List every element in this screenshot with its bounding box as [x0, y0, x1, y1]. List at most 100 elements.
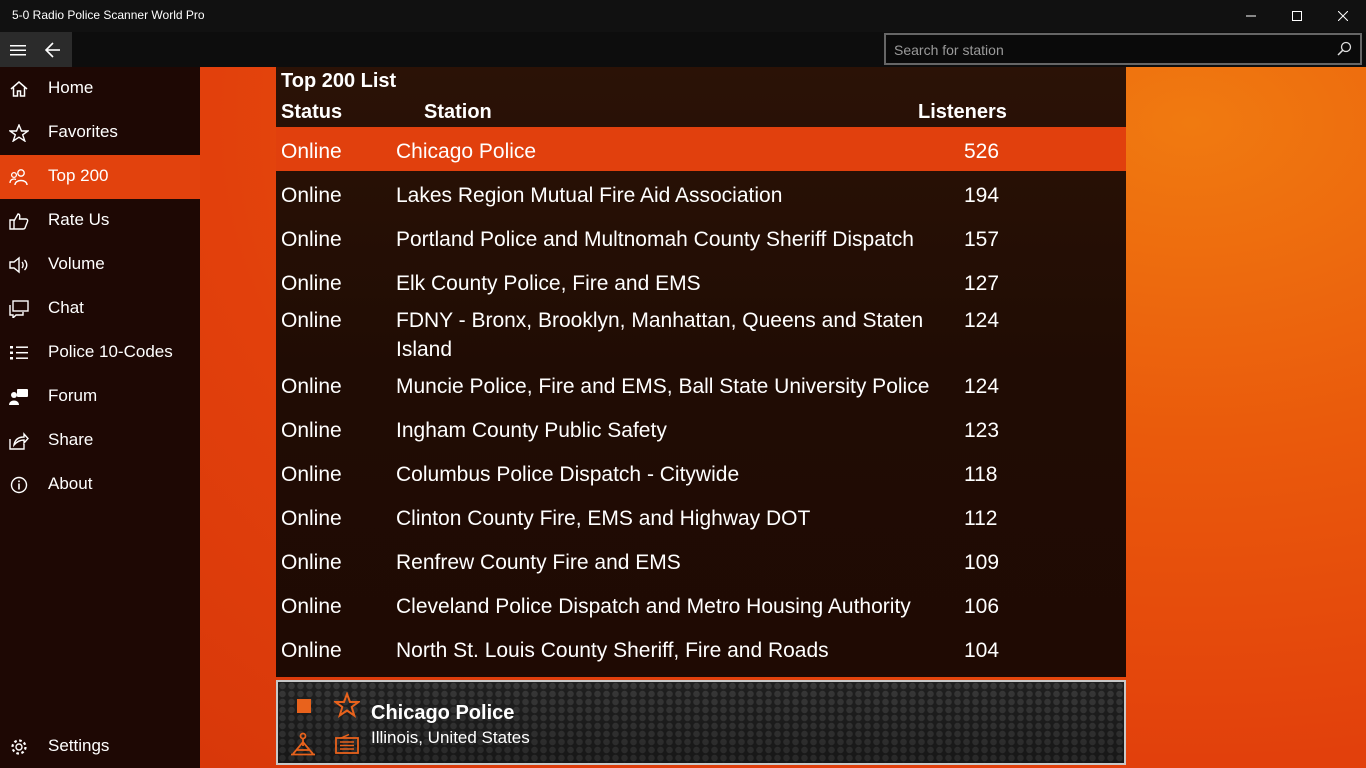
sidebar-item-volume[interactable]: Volume	[0, 243, 200, 287]
station-row[interactable]: Online Chicago Police 526	[276, 127, 1126, 171]
station-row[interactable]: Online Columbus Police Dispatch - Citywi…	[276, 450, 1126, 494]
search-icon[interactable]	[1336, 41, 1352, 57]
top-200-list: Top 200 List Status Station Listeners On…	[276, 67, 1126, 677]
station-row[interactable]: Online Elk County Police, Fire and EMS 1…	[276, 259, 1126, 296]
row-station: Muncie Police, Fire and EMS, Ball State …	[396, 375, 930, 398]
sidebar-item-chat[interactable]: Chat	[0, 287, 200, 331]
antenna-icon	[291, 732, 315, 756]
sidebar-item-label: Forum	[48, 386, 98, 405]
minimize-icon	[1246, 15, 1256, 17]
chat-icon	[9, 299, 29, 319]
row-status: Online	[281, 419, 342, 442]
back-button[interactable]	[38, 34, 68, 65]
row-status: Online	[281, 184, 342, 207]
maximize-icon	[1292, 11, 1302, 21]
row-status: Online	[281, 140, 342, 163]
row-listeners: 104	[964, 639, 1000, 662]
row-listeners: 194	[964, 184, 1000, 207]
title-bar: 5-0 Radio Police Scanner World Pro	[0, 0, 1366, 32]
sidebar-item-label: Home	[48, 78, 94, 97]
thumbs-up-icon	[9, 211, 29, 231]
column-header-listeners[interactable]: Listeners	[918, 101, 1007, 124]
sidebar-item-favorites[interactable]: Favorites	[0, 111, 200, 155]
row-status: Online	[281, 309, 342, 332]
home-icon	[9, 79, 29, 99]
command-bar	[0, 32, 1366, 67]
sidebar-item-rate-us[interactable]: Rate Us	[0, 199, 200, 243]
row-status: Online	[281, 595, 342, 618]
now-playing-station: Chicago Police	[371, 702, 515, 724]
sidebar-item-share[interactable]: Share	[0, 419, 200, 463]
row-listeners: 106	[964, 595, 1000, 618]
sidebar-item-label: Favorites	[48, 122, 118, 141]
sidebar-item-forum[interactable]: Forum	[0, 375, 200, 419]
row-listeners: 124	[964, 309, 1000, 332]
row-listeners: 123	[964, 419, 1000, 442]
sidebar-item-label: About	[48, 474, 93, 493]
row-status: Online	[281, 272, 342, 295]
sidebar-item-label: Chat	[48, 298, 84, 317]
maximize-button[interactable]	[1274, 0, 1320, 32]
station-row[interactable]: Online Muncie Police, Fire and EMS, Ball…	[276, 362, 1126, 406]
forum-icon	[9, 387, 29, 407]
sidebar-item-settings[interactable]: Settings	[0, 725, 200, 768]
station-row[interactable]: Online North St. Louis County Sheriff, F…	[276, 626, 1126, 670]
search-input[interactable]	[894, 40, 1324, 60]
station-row[interactable]: Online Cleveland Police Dispatch and Met…	[276, 582, 1126, 626]
sidebar-item-top-200[interactable]: Top 200	[0, 155, 200, 199]
now-playing-location: Illinois, United States	[371, 728, 530, 747]
star-icon	[334, 692, 360, 718]
sidebar-item-home[interactable]: Home	[0, 67, 200, 111]
station-row[interactable]: Online Clinton County Fire, EMS and High…	[276, 494, 1126, 538]
station-row[interactable]: Online Lakes Region Mutual Fire Aid Asso…	[276, 171, 1126, 215]
column-header-status[interactable]: Status	[281, 101, 342, 124]
row-listeners: 118	[964, 463, 998, 486]
row-listeners: 526	[964, 140, 1000, 163]
antenna-button[interactable]	[290, 730, 316, 756]
main-content: Top 200 List Status Station Listeners On…	[200, 67, 1366, 768]
radio-icon	[335, 734, 359, 754]
nav-controls	[0, 32, 72, 67]
hamburger-icon	[10, 44, 26, 55]
favorite-button[interactable]	[334, 692, 360, 718]
row-station: Cleveland Police Dispatch and Metro Hous…	[396, 595, 911, 618]
sidebar-item-label: Share	[48, 430, 94, 449]
gear-icon	[9, 737, 29, 757]
row-listeners: 124	[964, 375, 1000, 398]
row-status: Online	[281, 551, 342, 574]
stop-icon	[297, 699, 311, 713]
station-row[interactable]: Online Ingham County Public Safety 123	[276, 406, 1126, 450]
row-station: Renfrew County Fire and EMS	[396, 551, 681, 574]
station-row[interactable]: Online FDNY - Bronx, Brooklyn, Manhattan…	[276, 296, 1126, 362]
search-box[interactable]	[884, 33, 1362, 65]
row-station: Portland Police and Multnomah County She…	[396, 228, 914, 251]
row-status: Online	[281, 228, 342, 251]
minimize-button[interactable]	[1228, 0, 1274, 32]
column-header-station[interactable]: Station	[424, 101, 492, 124]
row-station: Elk County Police, Fire and EMS	[396, 272, 701, 295]
sidebar-item-label: Police 10-Codes	[48, 342, 173, 361]
sidebar-item-police-10-codes[interactable]: Police 10-Codes	[0, 331, 200, 375]
sidebar-item-label: Volume	[48, 254, 105, 273]
radio-button[interactable]	[334, 732, 360, 756]
station-row[interactable]: Online Portland Police and Multnomah Cou…	[276, 215, 1126, 259]
sidebar-item-about[interactable]: About	[0, 463, 200, 507]
hamburger-button[interactable]	[3, 34, 33, 65]
share-icon	[9, 431, 29, 451]
row-station: Chicago Police	[396, 140, 537, 163]
row-station: FDNY - Bronx, Brooklyn, Manhattan, Queen…	[396, 309, 924, 361]
favorites-icon	[9, 123, 29, 143]
row-listeners: 109	[964, 551, 1000, 574]
people-icon	[9, 167, 29, 187]
row-station: Columbus Police Dispatch - Citywide	[396, 463, 740, 486]
row-status: Online	[281, 639, 342, 662]
stop-button[interactable]	[294, 696, 314, 716]
close-button[interactable]	[1320, 0, 1366, 32]
row-station: Clinton County Fire, EMS and Highway DOT	[396, 507, 811, 530]
close-icon	[1338, 11, 1348, 21]
row-station: Lakes Region Mutual Fire Aid Association	[396, 184, 783, 207]
station-row[interactable]: Online Renfrew County Fire and EMS 109	[276, 538, 1126, 582]
row-listeners: 157	[964, 228, 1000, 251]
row-station: North St. Louis County Sheriff, Fire and…	[396, 639, 829, 662]
sidebar-item-label: Top 200	[48, 166, 109, 185]
